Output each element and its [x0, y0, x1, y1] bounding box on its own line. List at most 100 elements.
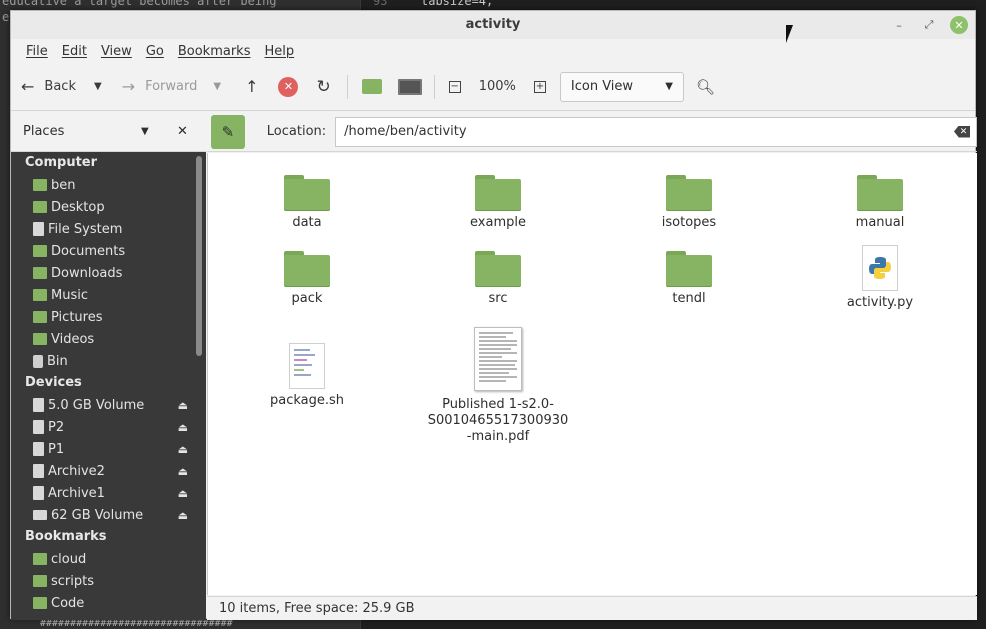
- drive-icon: [33, 464, 44, 478]
- sidebar-item-desktop[interactable]: Desktop: [11, 196, 192, 218]
- music-folder-icon: [33, 289, 47, 301]
- menu-help[interactable]: Help: [257, 44, 301, 59]
- menu-edit[interactable]: Edit: [55, 44, 94, 59]
- eject-icon[interactable]: ⏏: [178, 465, 188, 478]
- window-title: activity: [465, 17, 521, 32]
- forward-history-dropdown[interactable]: ▼: [213, 72, 221, 102]
- view-mode-select[interactable]: Icon View ▼: [559, 71, 684, 102]
- file-view[interactable]: data example isotopes manual pack src te…: [207, 153, 977, 595]
- close-sidebar-icon[interactable]: ✕: [177, 124, 188, 139]
- places-selector[interactable]: Places: [23, 124, 64, 139]
- zoom-out-button[interactable]: −: [448, 72, 461, 102]
- location-input[interactable]: /home/ben/activity ✕: [335, 116, 977, 147]
- forward-button[interactable]: → Forward: [122, 72, 198, 102]
- back-button[interactable]: ← Back: [21, 72, 76, 102]
- triangle-down-icon[interactable]: ▼: [141, 126, 149, 137]
- sidebar-section-devices: Devices: [25, 375, 82, 390]
- menu-bookmarks[interactable]: Bookmarks: [171, 44, 258, 59]
- file-item-src[interactable]: src: [423, 251, 573, 307]
- sidebar-item-downloads[interactable]: Downloads: [11, 262, 192, 284]
- scrollbar-thumb[interactable]: [196, 156, 202, 356]
- file-item-manual[interactable]: manual: [805, 175, 955, 231]
- status-text: 10 items, Free space: 25.9 GB: [219, 601, 415, 616]
- clear-icon[interactable]: ✕: [954, 125, 970, 138]
- sidebar-item-62gb-volume[interactable]: 62 GB Volume ⏏: [11, 504, 192, 526]
- search-button[interactable]: 🔍︎: [696, 72, 715, 102]
- sidebar-item-label: Bin: [47, 353, 68, 369]
- sidebar-item-code[interactable]: Code: [11, 592, 192, 614]
- python-file-icon: [862, 245, 898, 291]
- sidebar-item-scripts[interactable]: scripts: [11, 570, 192, 592]
- triangle-down-icon: ▼: [213, 81, 222, 92]
- eject-icon[interactable]: ⏏: [178, 399, 188, 412]
- file-item-activity-py[interactable]: activity.py: [805, 245, 955, 311]
- sidebar-item-label: Videos: [51, 331, 95, 347]
- sidebar-item-documents[interactable]: Documents: [11, 240, 192, 262]
- menu-view[interactable]: View: [94, 44, 139, 59]
- sidebar-item-bin[interactable]: Bin: [11, 350, 192, 372]
- desktop-folder-icon: [33, 201, 47, 213]
- sidebar-item-music[interactable]: Music: [11, 284, 192, 306]
- eject-icon[interactable]: ⏏: [178, 421, 188, 434]
- sidebar-item-pictures[interactable]: Pictures: [11, 306, 192, 328]
- folder-icon: [284, 175, 330, 211]
- sidebar-item-videos[interactable]: Videos: [11, 328, 192, 350]
- file-item-example[interactable]: example: [423, 175, 573, 231]
- toggle-location-button[interactable]: ✎: [211, 114, 245, 149]
- home-button[interactable]: [361, 72, 382, 102]
- zoom-in-icon: +: [533, 80, 546, 93]
- computer-button[interactable]: [397, 72, 422, 102]
- reload-icon: ↻: [316, 76, 331, 97]
- file-item-tendl[interactable]: tendl: [614, 251, 764, 307]
- sidebar-item-label: 5.0 GB Volume: [48, 397, 145, 413]
- pencil-icon: ✎: [221, 122, 235, 141]
- file-item-isotopes[interactable]: isotopes: [614, 175, 764, 231]
- maximize-button[interactable]: ⤢: [920, 16, 938, 34]
- sidebar-item-ben[interactable]: ben: [11, 174, 192, 196]
- sidebar-item-label: File System: [48, 221, 123, 237]
- zoom-level[interactable]: 100%: [479, 72, 516, 102]
- downloads-folder-icon: [33, 267, 47, 279]
- back-label: Back: [44, 79, 76, 94]
- sidebar-item-archive2[interactable]: Archive2 ⏏: [11, 460, 192, 482]
- pdf-thumbnail-icon: [474, 327, 522, 391]
- close-button[interactable]: ✕: [950, 16, 968, 34]
- sidebar-item-p1[interactable]: P1 ⏏: [11, 438, 192, 460]
- sidebar-item-cloud[interactable]: cloud: [11, 548, 192, 570]
- file-manager-window: activity – ⤢ ✕ File Edit View Go Bookmar…: [10, 10, 977, 620]
- reload-button[interactable]: ↻: [316, 72, 330, 102]
- menu-go[interactable]: Go: [139, 44, 171, 59]
- file-item-pack[interactable]: pack: [232, 251, 382, 307]
- back-history-dropdown[interactable]: ▼: [94, 72, 102, 102]
- script-file-icon: [289, 343, 325, 389]
- file-item-package-sh[interactable]: package.sh: [232, 343, 382, 409]
- monitor-icon: [397, 78, 422, 95]
- file-name-line: -main.pdf: [466, 429, 530, 444]
- menu-file[interactable]: File: [19, 44, 55, 59]
- sidebar-scrollbar[interactable]: [192, 152, 206, 620]
- zoom-in-button[interactable]: +: [533, 72, 546, 102]
- file-name: tendl: [672, 291, 706, 306]
- up-button[interactable]: ↑: [245, 72, 258, 102]
- titlebar[interactable]: activity – ⤢ ✕: [11, 11, 975, 39]
- stop-button[interactable]: ✕: [278, 72, 299, 102]
- sidebar-item-archive1[interactable]: Archive1 ⏏: [11, 482, 192, 504]
- menubar: File Edit View Go Bookmarks Help: [11, 39, 975, 63]
- file-item-published-pdf[interactable]: Published 1-s2.0- S0010465517300930 -mai…: [423, 327, 573, 445]
- stop-icon: ✕: [278, 76, 299, 97]
- eject-icon[interactable]: ⏏: [178, 509, 188, 522]
- minimize-button[interactable]: –: [890, 16, 908, 34]
- triangle-down-icon: ▼: [665, 81, 673, 92]
- zoom-out-icon: −: [448, 80, 461, 93]
- eject-icon[interactable]: ⏏: [178, 487, 188, 500]
- file-name: activity.py: [846, 295, 914, 310]
- file-name: package.sh: [269, 393, 345, 408]
- sidebar-item-file-system[interactable]: File System: [11, 218, 192, 240]
- folder-icon: [33, 553, 47, 565]
- background-text: e: [2, 10, 10, 24]
- sidebar-item-p2[interactable]: P2 ⏏: [11, 416, 192, 438]
- sidebar-item-5gb-volume[interactable]: 5.0 GB Volume ⏏: [11, 394, 192, 416]
- file-name: data: [292, 215, 322, 230]
- file-item-data[interactable]: data: [232, 175, 382, 231]
- eject-icon[interactable]: ⏏: [178, 443, 188, 456]
